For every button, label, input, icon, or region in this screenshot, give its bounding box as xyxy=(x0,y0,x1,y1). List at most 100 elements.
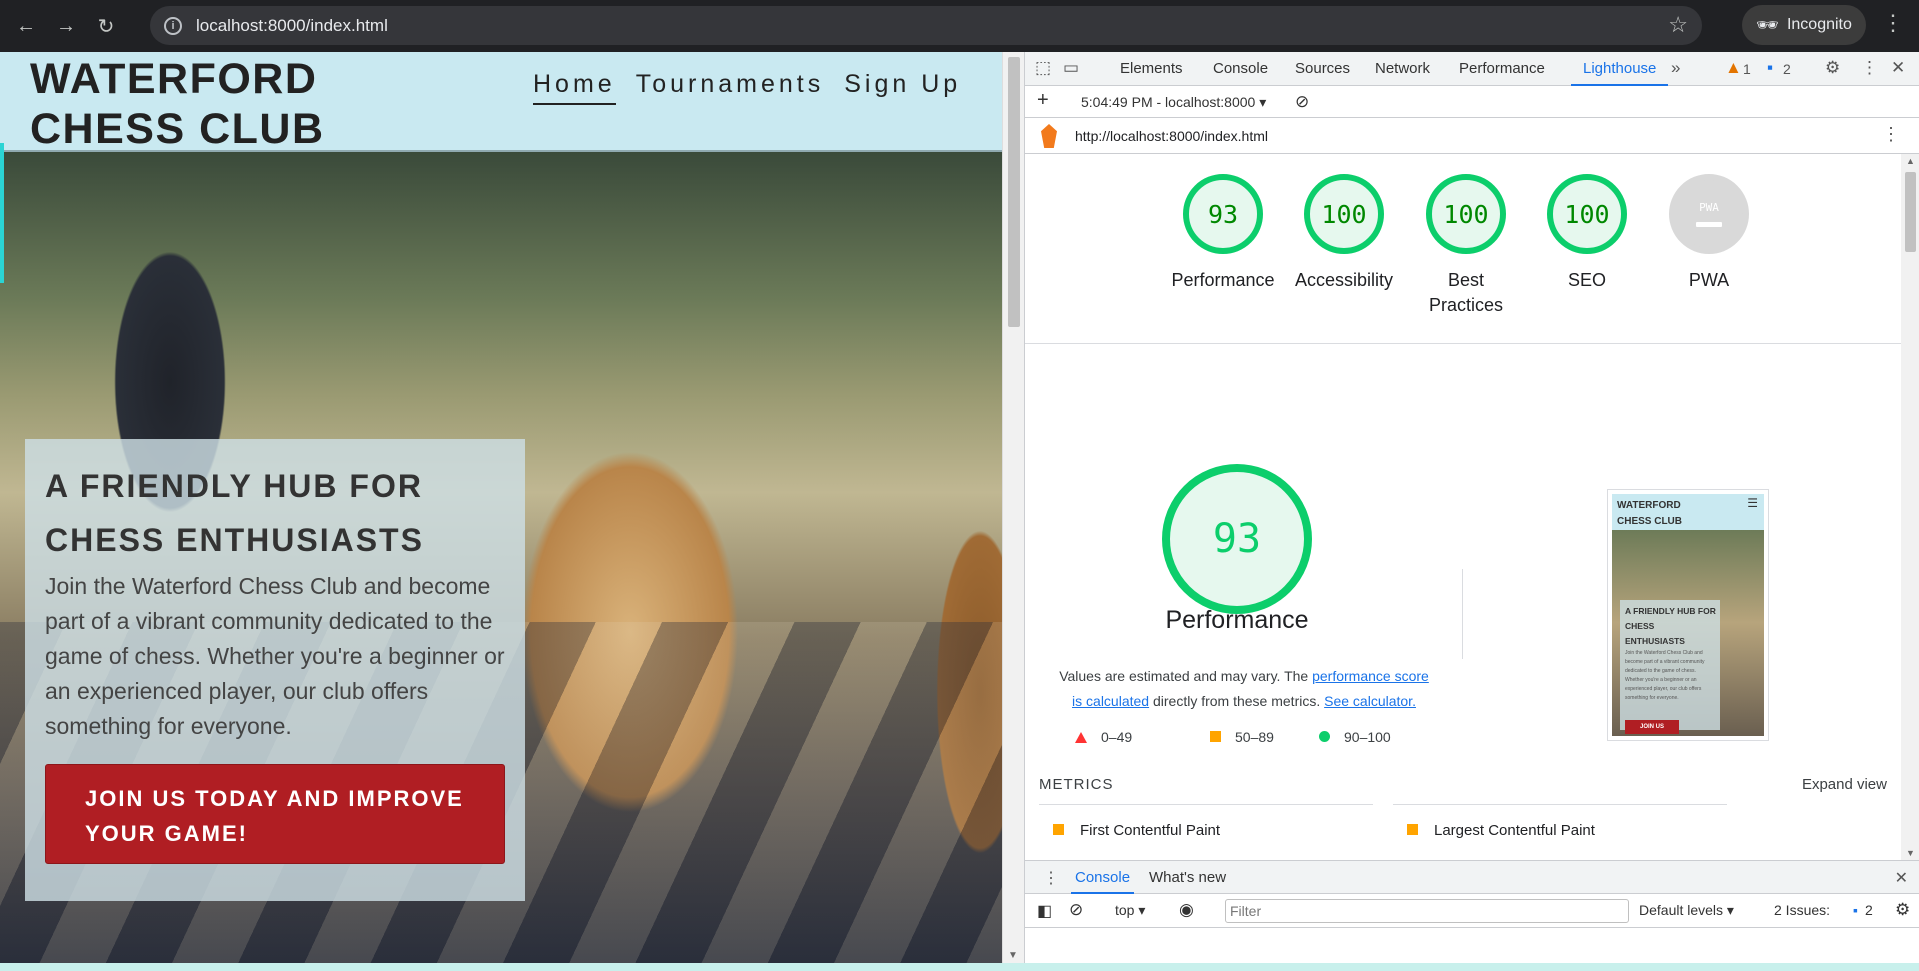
site-logo[interactable]: WATERFORD CHESS CLUB xyxy=(30,54,325,154)
hero-heading: A FRIENDLY HUB FOR CHESS ENTHUSIASTS xyxy=(45,459,505,567)
device-toolbar-icon[interactable]: ▭ xyxy=(1063,58,1079,78)
expand-view-toggle[interactable]: Expand view xyxy=(1802,776,1887,793)
warning-icon[interactable]: ▲ xyxy=(1725,58,1742,78)
see-calculator-link[interactable]: See calculator. xyxy=(1324,693,1416,709)
context-selector[interactable]: top ▾ xyxy=(1115,902,1145,919)
nav-link-sign-up[interactable]: Sign Up xyxy=(844,70,961,105)
orange-square-icon xyxy=(1407,824,1418,835)
messages-icon[interactable]: ▪ xyxy=(1767,58,1773,78)
address-url[interactable]: localhost:8000/index.html xyxy=(196,16,388,36)
legend-fail-label: 0–49 xyxy=(1101,729,1133,745)
devtools-menu-icon[interactable]: ⋮ xyxy=(1861,58,1878,78)
red-triangle-icon xyxy=(1075,732,1087,743)
clear-report-icon[interactable]: ⊘ xyxy=(1295,92,1309,112)
forward-arrow-icon[interactable]: → xyxy=(52,12,80,40)
issues-label[interactable]: 2 Issues: xyxy=(1774,902,1830,918)
page-scrollbar-thumb[interactable] xyxy=(1008,57,1020,327)
console-settings-gear-icon[interactable]: ⚙ xyxy=(1895,900,1910,920)
legend-average-label: 50–89 xyxy=(1235,729,1274,745)
scroll-down-arrow-icon[interactable]: ▼ xyxy=(1906,848,1915,858)
metric-lcp: Largest Contentful Paint xyxy=(1407,822,1595,839)
issues-count[interactable]: 2 xyxy=(1865,902,1873,918)
performance-title: Performance xyxy=(1165,606,1309,634)
incognito-badge[interactable]: 🕶 Incognito xyxy=(1742,5,1866,45)
new-report-plus-icon[interactable]: + xyxy=(1037,89,1049,112)
gauge-label: Accessibility xyxy=(1294,270,1394,290)
gauge-best-practices[interactable]: 100 Best Practices xyxy=(1406,174,1526,318)
issues-icon[interactable]: ▪ xyxy=(1853,902,1858,918)
address-bar[interactable]: i localhost:8000/index.html ☆ xyxy=(150,6,1702,45)
sidebar-toggle-icon[interactable]: ◧ xyxy=(1037,901,1052,921)
drawer-menu-icon[interactable]: ⋮ xyxy=(1043,868,1059,888)
scroll-up-arrow-icon[interactable]: ▲ xyxy=(1906,156,1915,166)
lighthouse-report: 93 Performance 100 Accessibility 100 Bes… xyxy=(1025,154,1901,860)
logo-line-1: WATERFORD xyxy=(30,55,318,103)
warnings-count[interactable]: 1 xyxy=(1743,61,1751,77)
gauge-label-line-1: Best xyxy=(1447,270,1485,290)
settings-gear-icon[interactable]: ⚙ xyxy=(1825,58,1840,78)
more-tabs-icon[interactable]: » xyxy=(1671,58,1680,78)
report-scrollbar[interactable]: ▲ ▼ xyxy=(1901,154,1919,860)
gauge-label: PWA xyxy=(1688,270,1730,290)
join-us-button[interactable]: JOIN US TODAY AND IMPROVE YOUR GAME! xyxy=(45,764,505,864)
console-filter-input[interactable]: Filter xyxy=(1225,899,1629,923)
devtools-tab-bar: ⬚ ▭ Elements Console Sources Network Per… xyxy=(1025,52,1919,86)
tab-sources[interactable]: Sources xyxy=(1295,52,1350,86)
nav-link-tournaments[interactable]: Tournaments xyxy=(636,70,825,105)
live-expression-eye-icon[interactable]: ◉ xyxy=(1179,900,1194,920)
report-scrollbar-thumb[interactable] xyxy=(1905,172,1916,252)
hero-card: A FRIENDLY HUB FOR CHESS ENTHUSIASTS Joi… xyxy=(25,439,525,901)
gauge-performance[interactable]: 93 Performance xyxy=(1163,174,1283,293)
messages-count[interactable]: 2 xyxy=(1783,61,1791,77)
lighthouse-icon xyxy=(1041,124,1057,148)
legend-fail: 0–49 xyxy=(1075,729,1132,745)
orange-square-icon xyxy=(1210,731,1221,742)
focus-indicator xyxy=(0,143,4,283)
final-screenshot-thumbnail[interactable]: WATERFORD CHESS CLUB ☰ A FRIENDLY HUB FO… xyxy=(1607,489,1769,741)
hero-image: A FRIENDLY HUB FOR CHESS ENTHUSIASTS Joi… xyxy=(0,152,1002,963)
devtools-panel: ⬚ ▭ Elements Console Sources Network Per… xyxy=(1024,52,1919,963)
pwa-badge-text: PWA xyxy=(1699,201,1719,214)
drawer-tab-bar: ⋮ Console What's new ✕ xyxy=(1025,860,1919,894)
gauge-seo[interactable]: 100 SEO xyxy=(1527,174,1647,293)
tab-network[interactable]: Network xyxy=(1375,52,1430,86)
tab-elements[interactable]: Elements xyxy=(1120,52,1183,86)
reload-icon[interactable]: ↻ xyxy=(92,12,120,40)
site-info-icon[interactable]: i xyxy=(164,16,182,35)
performance-gauge-large: 93 xyxy=(1162,464,1312,614)
page-scrollbar[interactable]: ▼ xyxy=(1002,52,1024,963)
thumbnail-button: JOIN US xyxy=(1625,720,1679,734)
hero-heading-line-2: CHESS ENTHUSIASTS xyxy=(45,522,424,558)
log-levels-dropdown[interactable]: Default levels ▾ xyxy=(1639,902,1734,919)
back-arrow-icon[interactable]: ← xyxy=(12,12,40,40)
inspect-element-icon[interactable]: ⬚ xyxy=(1035,58,1051,78)
metric-fcp: First Contentful Paint xyxy=(1053,822,1220,839)
gauge-label: SEO xyxy=(1567,270,1606,290)
report-selector[interactable]: 5:04:49 PM - localhost:8000 ▾ xyxy=(1081,94,1266,111)
gauge-accessibility[interactable]: 100 Accessibility xyxy=(1284,174,1404,293)
tab-performance[interactable]: Performance xyxy=(1459,52,1545,86)
metrics-heading: METRICS xyxy=(1039,776,1114,793)
hero-heading-line-1: A FRIENDLY HUB FOR xyxy=(45,468,423,504)
score-calc-link-2[interactable]: is calculated xyxy=(1072,693,1149,709)
chrome-menu-icon[interactable]: ⋮ xyxy=(1882,10,1904,36)
incognito-icon: 🕶 xyxy=(1756,14,1779,35)
drawer-tab-whats-new[interactable]: What's new xyxy=(1149,861,1226,894)
browser-toolbar: ← → ↻ i localhost:8000/index.html ☆ 🕶 In… xyxy=(0,0,1919,52)
nav-link-home[interactable]: Home xyxy=(533,70,616,105)
scroll-down-arrow-icon[interactable]: ▼ xyxy=(1008,950,1018,961)
tab-lighthouse[interactable]: Lighthouse xyxy=(1571,52,1669,86)
report-menu-icon[interactable]: ⋮ xyxy=(1882,124,1900,145)
close-devtools-icon[interactable]: ✕ xyxy=(1891,58,1905,78)
score-calc-link[interactable]: performance score xyxy=(1312,668,1429,684)
tab-console[interactable]: Console xyxy=(1213,52,1268,86)
gauge-pwa[interactable]: PWA PWA xyxy=(1649,174,1769,293)
gauge-label: Performance xyxy=(1171,270,1275,290)
close-drawer-icon[interactable]: ✕ xyxy=(1895,868,1908,888)
clear-console-icon[interactable]: ⊘ xyxy=(1069,900,1083,920)
bookmark-star-icon[interactable]: ☆ xyxy=(1668,12,1688,38)
drawer-tab-console[interactable]: Console xyxy=(1071,861,1135,894)
gauge-label-line-2: Practices xyxy=(1428,295,1504,315)
note-text: Values are estimated and may vary. The xyxy=(1059,668,1313,684)
cta-line-2: YOUR GAME! xyxy=(85,821,248,846)
